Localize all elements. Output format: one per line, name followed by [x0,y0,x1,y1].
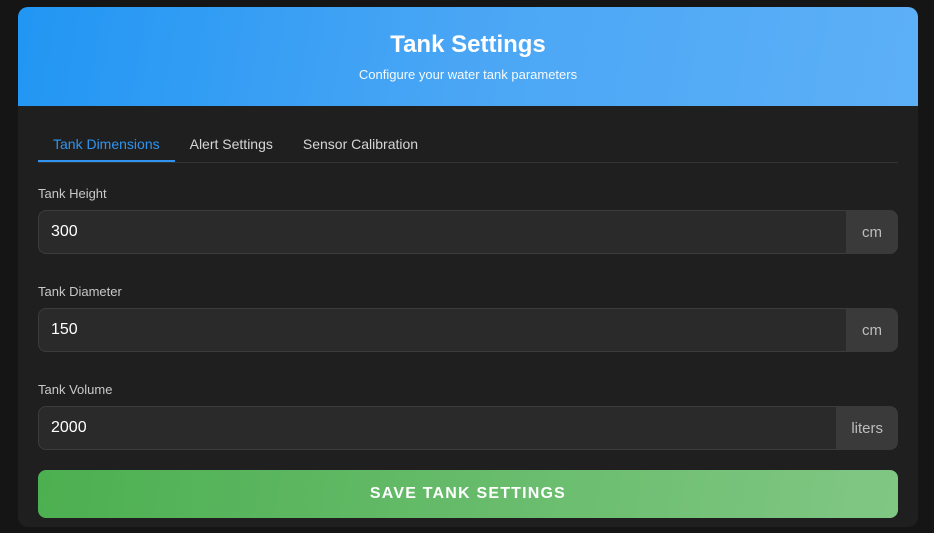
page-title: Tank Settings [390,31,546,58]
tank-volume-unit: liters [836,406,898,450]
tank-volume-field: Tank Volume liters [38,382,898,450]
tank-volume-label: Tank Volume [38,382,113,397]
tank-volume-input[interactable] [38,406,837,450]
tank-height-input-group: cm [38,210,898,254]
card-header: Tank Settings Configure your water tank … [18,7,918,106]
settings-tabs: Tank Dimensions Alert Settings Sensor Ca… [38,127,898,163]
tank-volume-input-group: liters [38,406,898,450]
tank-height-label: Tank Height [38,186,107,201]
save-tank-settings-button[interactable]: SAVE TANK SETTINGS [38,470,898,518]
card-body: Tank Dimensions Alert Settings Sensor Ca… [18,127,918,518]
tank-diameter-input[interactable] [38,308,846,352]
page-subtitle: Configure your water tank parameters [358,67,578,82]
tank-height-input[interactable] [38,210,846,254]
tab-alert-settings[interactable]: Alert Settings [175,127,288,162]
tank-diameter-field: Tank Diameter cm [38,284,898,352]
tab-tank-dimensions[interactable]: Tank Dimensions [38,127,175,162]
tank-diameter-unit: cm [846,308,898,352]
tab-sensor-calibration[interactable]: Sensor Calibration [288,127,433,162]
tank-height-field: Tank Height cm [38,186,898,254]
tank-diameter-input-group: cm [38,308,898,352]
tank-diameter-label: Tank Diameter [38,284,122,299]
tank-settings-card: Tank Settings Configure your water tank … [18,7,918,527]
tank-height-unit: cm [846,210,898,254]
